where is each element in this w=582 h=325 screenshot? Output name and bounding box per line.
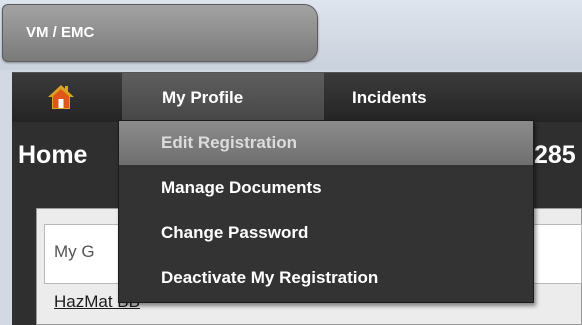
page-title-number: 285	[534, 141, 576, 169]
app-title: VM / EMC	[26, 24, 95, 41]
tab-my-profile-label: My Profile	[162, 88, 244, 107]
main-nav-bar: My Profile Incidents	[12, 72, 582, 123]
profile-dropdown-menu: Edit Registration Manage Documents Chang…	[118, 120, 534, 303]
menu-item-manage-documents[interactable]: Manage Documents	[119, 166, 533, 210]
tab-incidents-label: Incidents	[352, 88, 427, 107]
menu-item-label: Manage Documents	[161, 178, 322, 197]
app-window: VM / EMC My Profile Incidents Home 285 M…	[0, 0, 582, 325]
menu-item-label: Edit Registration	[161, 133, 298, 152]
page-title: Home	[18, 141, 88, 169]
groups-panel-label: My G	[54, 242, 95, 261]
menu-item-deactivate-registration[interactable]: Deactivate My Registration	[119, 256, 533, 300]
home-icon[interactable]	[47, 83, 75, 111]
menu-item-label: Deactivate My Registration	[161, 268, 379, 287]
menu-item-label: Change Password	[161, 223, 309, 242]
menu-item-edit-registration[interactable]: Edit Registration	[119, 121, 533, 165]
tab-incidents[interactable]: Incidents	[312, 73, 512, 123]
tab-my-profile[interactable]: My Profile	[122, 73, 324, 123]
menu-item-change-password[interactable]: Change Password	[119, 211, 533, 255]
